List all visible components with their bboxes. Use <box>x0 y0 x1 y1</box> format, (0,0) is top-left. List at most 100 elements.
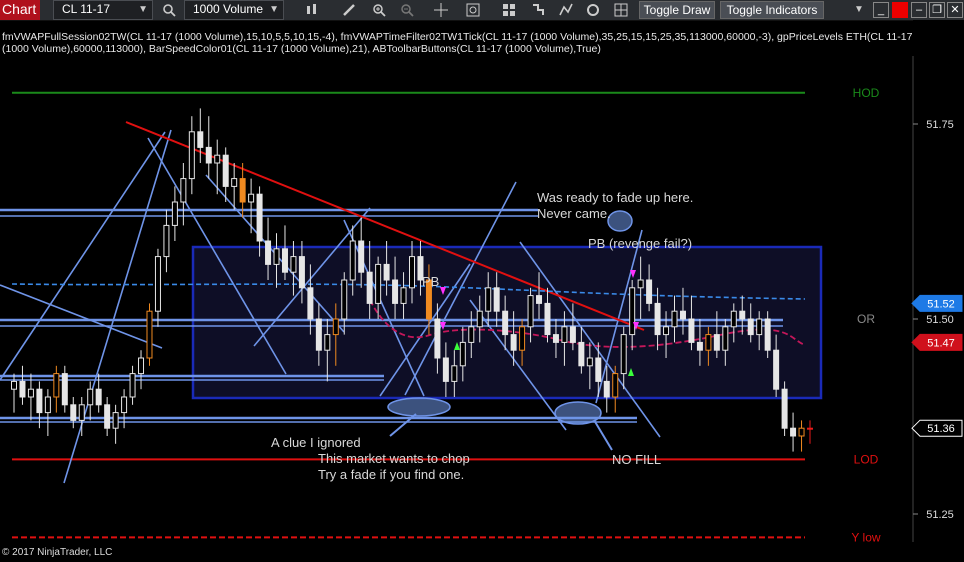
candle-body <box>544 302 551 336</box>
chevron-down-icon[interactable]: ▼ <box>854 0 866 20</box>
drawing-tools-icon[interactable] <box>555 0 577 20</box>
candle-body <box>688 318 695 343</box>
annotation-text: This market wants to chop <box>318 451 470 466</box>
crosshair-icon[interactable] <box>430 0 452 20</box>
candle-body <box>409 256 415 289</box>
instrument-value: CL 11-17 <box>62 2 111 16</box>
trendline <box>0 284 163 349</box>
chart-tab[interactable]: Chart <box>0 0 40 20</box>
trendline <box>63 129 172 484</box>
highlight-ellipse <box>607 210 633 232</box>
toggle-draw-button[interactable]: Toggle Draw <box>639 1 715 19</box>
drawings <box>0 121 823 484</box>
close-icon[interactable]: ✕ <box>947 2 963 18</box>
candle-body <box>129 373 136 398</box>
candle-body <box>713 334 720 351</box>
candle-body <box>70 404 77 421</box>
candle-body <box>358 240 365 273</box>
price-chart[interactable]: HODORLODY low 51.7551.5051.25 51.5251.47… <box>0 20 964 542</box>
price-marker-label: 51.36 <box>927 423 955 435</box>
candle-body <box>400 287 407 304</box>
candle-body <box>603 380 610 398</box>
bar-style-icon[interactable] <box>301 0 323 20</box>
bar-type-value: 1000 Volume <box>193 2 264 16</box>
candle-body <box>705 334 712 351</box>
candle-body <box>790 427 797 437</box>
refresh-icon[interactable] <box>582 0 604 20</box>
annotation-text: Never came. <box>537 206 611 221</box>
candle-body <box>620 334 627 375</box>
strategy-icon[interactable] <box>498 0 520 20</box>
candle-body <box>629 287 636 336</box>
candle-body <box>468 326 475 343</box>
zoom-in-icon[interactable] <box>368 0 390 20</box>
candle-body <box>19 380 26 398</box>
candle-body <box>11 380 17 390</box>
level-label: HOD <box>853 86 880 100</box>
candle-body <box>663 326 670 336</box>
candle-body <box>138 357 145 375</box>
candle-body <box>476 310 483 328</box>
candle-body <box>95 388 102 406</box>
candle-body <box>739 310 746 320</box>
candle-body <box>332 318 339 336</box>
candle-body <box>27 388 34 398</box>
candle-body <box>53 373 60 398</box>
candle-body <box>493 287 500 312</box>
candle-body <box>188 131 195 180</box>
annotation-text: PB <box>422 274 439 289</box>
annotation-text: A clue I ignored <box>271 435 361 450</box>
candle-body <box>366 271 373 304</box>
candle-body <box>536 295 543 304</box>
minimize-icon[interactable]: _ <box>873 2 889 18</box>
level-label: Y low <box>851 530 880 542</box>
candle-body <box>383 263 390 281</box>
candle-body <box>205 146 212 164</box>
price-axis[interactable]: 51.75 51.50 51.25 <box>912 20 964 542</box>
chevron-down-icon: ▼ <box>138 4 148 15</box>
candle-body <box>104 404 111 429</box>
annotation-text: PB (revenge fail?) <box>588 236 692 251</box>
candle-body <box>459 341 466 367</box>
candle-body <box>375 263 382 304</box>
candle-body <box>239 178 246 203</box>
candle-body <box>298 256 305 289</box>
toggle-indicators-button[interactable]: Toggle Indicators <box>720 1 824 19</box>
candle-body <box>281 248 288 273</box>
candle-body <box>44 396 51 414</box>
candle-body <box>451 365 458 382</box>
alerts-icon[interactable] <box>528 0 550 20</box>
pencil-icon[interactable] <box>338 0 360 20</box>
candle-body <box>730 310 737 328</box>
trendline <box>0 131 166 381</box>
candle-body <box>781 388 788 429</box>
level-label: LOD <box>854 452 879 466</box>
price-marker-label: 51.52 <box>927 298 955 310</box>
axis-tick-label: 51.75 <box>926 119 954 131</box>
candle-body <box>773 349 780 390</box>
search-icon[interactable] <box>158 0 180 20</box>
candle-body <box>315 318 322 351</box>
candle-body <box>256 193 263 242</box>
axis-tick-label: 51.50 <box>926 314 954 326</box>
candle-body <box>722 326 729 351</box>
annotation-arrow <box>593 419 613 451</box>
candle-body <box>654 302 661 336</box>
candle-body <box>637 279 644 289</box>
instrument-selector[interactable]: CL 11-17 ▼ <box>53 0 153 20</box>
close-window-icon[interactable] <box>892 2 908 18</box>
candle-body <box>502 310 509 336</box>
bar-type-selector[interactable]: 1000 Volume ▼ <box>184 0 284 20</box>
restore-window-icon[interactable]: ❐ <box>929 2 945 18</box>
candle-body <box>112 412 119 429</box>
grid-icon[interactable] <box>610 0 632 20</box>
candle-body <box>180 178 187 203</box>
zoom-out-icon[interactable] <box>396 0 418 20</box>
candle-body <box>265 240 272 265</box>
candle-body <box>87 388 94 406</box>
candle-body <box>434 318 441 359</box>
candle-body <box>569 326 576 343</box>
minimize-window-icon[interactable]: – <box>911 2 927 18</box>
candle-body <box>764 318 771 351</box>
properties-icon[interactable] <box>462 0 484 20</box>
